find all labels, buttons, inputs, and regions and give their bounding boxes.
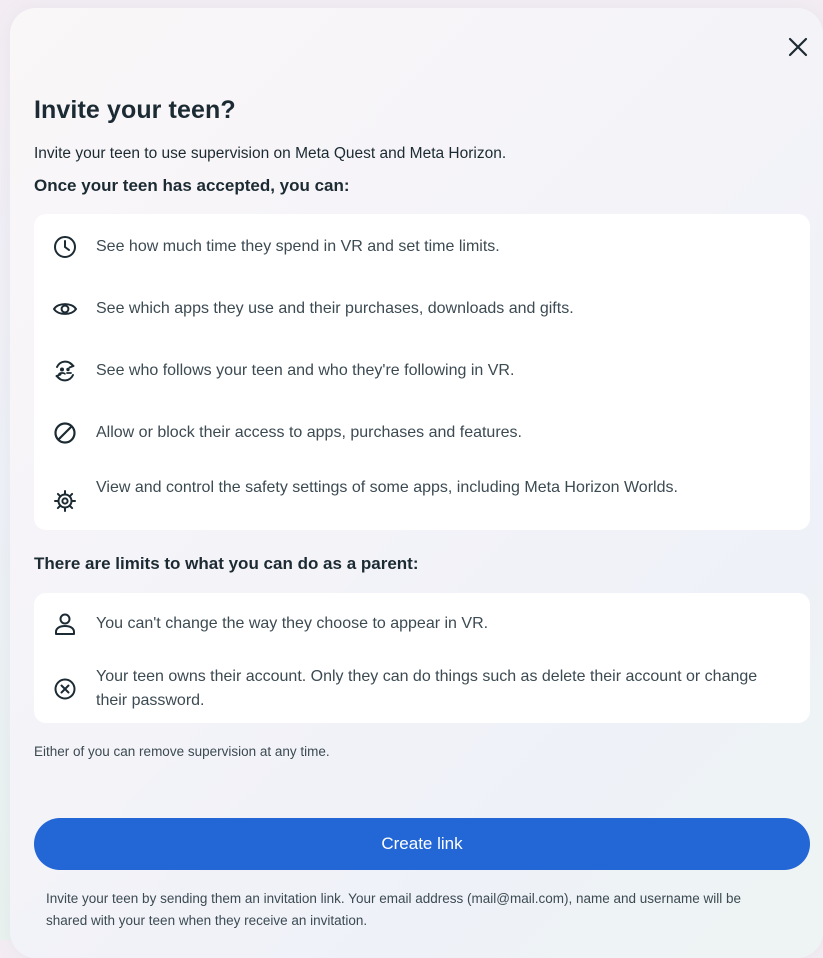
close-icon bbox=[788, 37, 808, 57]
accepted-section-heading: Once your teen has accepted, you can: bbox=[34, 176, 350, 195]
limit-text: You can't change the way they choose to … bbox=[96, 615, 489, 632]
limit-item-appearance: You can't change the way they choose to … bbox=[34, 609, 810, 639]
dialog-subtitle: Invite your teen to use supervision on M… bbox=[34, 145, 507, 162]
limit-item-account: Your teen owns their account. Only they … bbox=[34, 665, 810, 713]
person-icon bbox=[52, 611, 78, 637]
capability-item-time: See how much time they spend in VR and s… bbox=[34, 232, 810, 262]
people-sync-icon bbox=[52, 358, 78, 384]
capability-item-apps: See which apps they use and their purcha… bbox=[34, 294, 810, 324]
capabilities-card: See how much time they spend in VR and s… bbox=[34, 214, 810, 530]
capability-text: Allow or block their access to apps, pur… bbox=[96, 424, 522, 441]
circle-x-icon bbox=[52, 676, 78, 702]
block-icon bbox=[52, 420, 78, 446]
capability-text: See how much time they spend in VR and s… bbox=[96, 238, 500, 255]
capability-text: View and control the safety settings of … bbox=[96, 479, 678, 496]
invitation-disclaimer: Invite your teen by sending them an invi… bbox=[46, 891, 742, 928]
capability-item-follows: See who follows your teen and who they'r… bbox=[34, 356, 810, 386]
clock-icon bbox=[52, 234, 78, 260]
supervision-note: Either of you can remove supervision at … bbox=[34, 744, 330, 759]
create-link-button[interactable]: Create link bbox=[34, 818, 810, 870]
capability-text: See which apps they use and their purcha… bbox=[96, 300, 574, 317]
capability-text: See who follows your teen and who they'r… bbox=[96, 362, 515, 379]
limits-section-heading: There are limits to what you can do as a… bbox=[34, 554, 419, 573]
dialog-title: Invite your teen? bbox=[34, 96, 236, 124]
gear-icon bbox=[52, 488, 78, 514]
limit-text: Your teen owns their account. Only they … bbox=[96, 668, 758, 709]
eye-icon bbox=[52, 296, 78, 322]
capability-item-safety-settings: View and control the safety settings of … bbox=[34, 476, 810, 524]
close-button[interactable] bbox=[785, 34, 811, 60]
capability-item-allow-block: Allow or block their access to apps, pur… bbox=[34, 418, 810, 448]
invite-teen-dialog: Invite your teen? Invite your teen to us… bbox=[10, 8, 823, 958]
limits-card: You can't change the way they choose to … bbox=[34, 593, 810, 723]
